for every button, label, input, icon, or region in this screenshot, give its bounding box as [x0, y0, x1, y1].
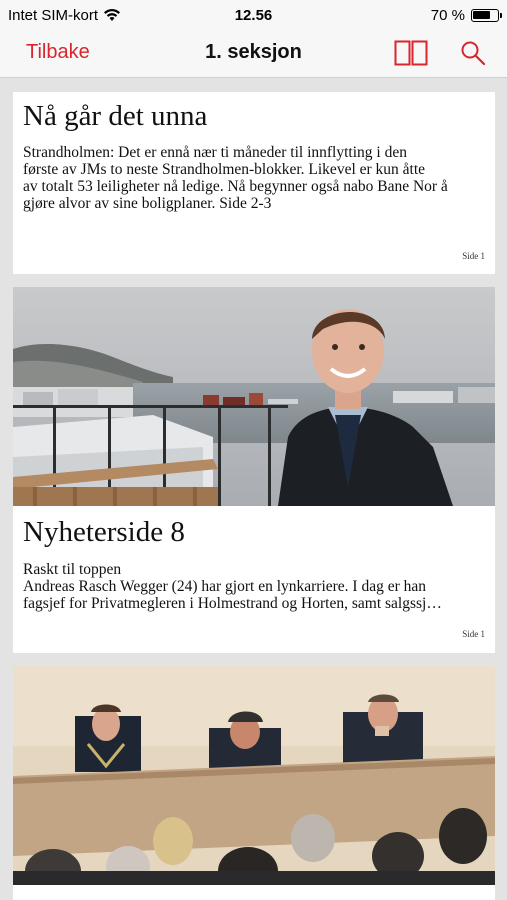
article-photo-portrait-balcony — [13, 287, 495, 506]
battery-percentage: 70 % — [430, 6, 465, 24]
two-page-spread-icon[interactable] — [394, 40, 428, 66]
status-left: Intet SIM-kort — [8, 7, 168, 24]
page-reference: Side 1 — [462, 629, 485, 639]
article-card[interactable]: Nyheterside 8 Raskt til toppen Andreas R… — [13, 287, 495, 653]
article-headline: Nå går det unna — [23, 100, 208, 132]
nav-bar: Tilbake 1. seksjon — [0, 30, 507, 78]
battery-fill — [473, 11, 490, 19]
summary-line: fagsjef for Privatmegleren i Holmestrand… — [23, 595, 442, 612]
carrier-label: Intet SIM-kort — [8, 6, 99, 24]
summary-line: Raskt til toppen — [23, 561, 122, 578]
article-summary: Raskt til toppen Andreas Rasch Wegger (2… — [23, 561, 485, 612]
summary-line: Strandholmen: Det er ennå nær ti måneder… — [23, 144, 407, 161]
wifi-icon — [104, 8, 121, 21]
status-bar: Intet SIM-kort 12.56 70 % — [0, 0, 507, 30]
article-card[interactable] — [13, 666, 495, 900]
summary-line: av totalt 53 leiligheter nå ledige. Nå b… — [23, 178, 448, 195]
summary-line: første av JMs to neste Strandholmen-blok… — [23, 161, 426, 178]
status-right: 70 % — [339, 6, 502, 24]
summary-line: gjøre alvor av sine boligplaner. Side 2-… — [23, 195, 272, 212]
back-button[interactable]: Tilbake — [26, 41, 90, 64]
clock: 12.56 — [234, 6, 273, 24]
article-feed[interactable]: Nå går det unna Strandholmen: Det er enn… — [0, 79, 507, 900]
page-reference: Side 1 — [462, 251, 485, 261]
article-card[interactable]: Nå går det unna Strandholmen: Det er enn… — [13, 92, 495, 274]
article-headline: Nyheterside 8 — [23, 516, 185, 548]
article-photo-council-meeting — [13, 666, 495, 885]
battery-icon — [470, 8, 502, 22]
search-icon[interactable] — [459, 39, 487, 67]
article-summary: Strandholmen: Det er ennå nær ti måneder… — [23, 144, 485, 212]
summary-line: Andreas Rasch Wegger (24) har gjort en l… — [23, 578, 427, 595]
